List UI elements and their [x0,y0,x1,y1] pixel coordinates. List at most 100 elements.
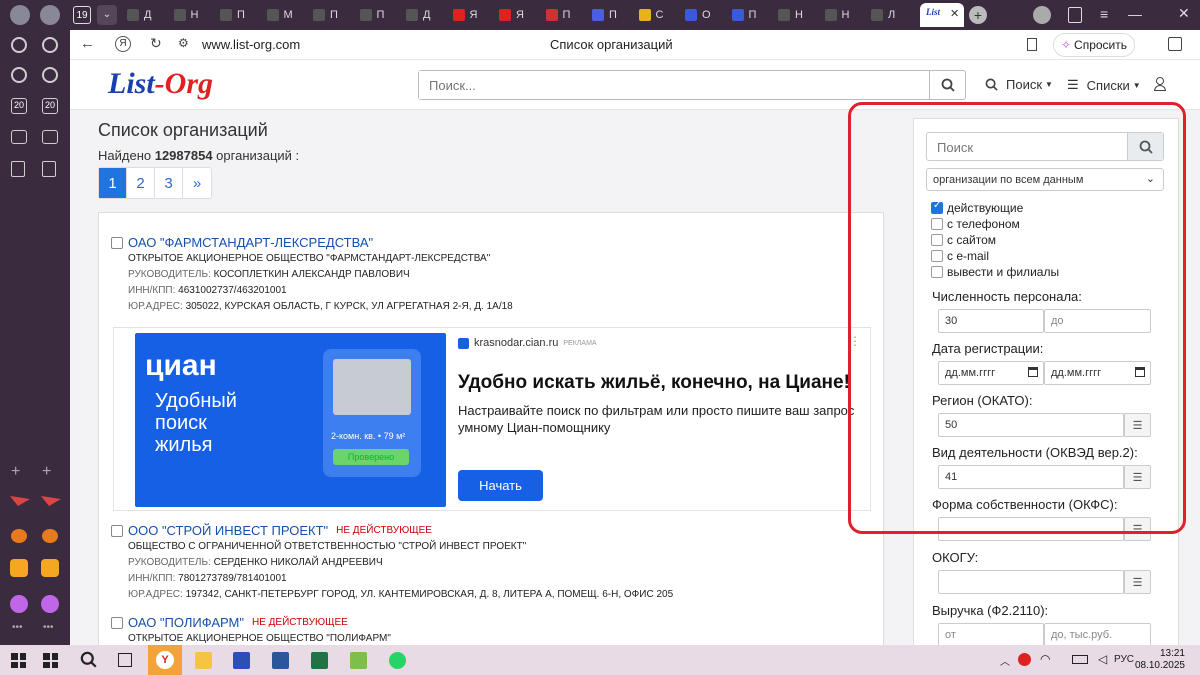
add-panel-icon[interactable]: + [11,463,20,481]
twenty-icon[interactable]: 20 [11,98,27,114]
battery-icon[interactable] [1072,655,1088,664]
ad-block[interactable]: циан Удобный поиск жилья 2-комн. кв. • 7… [113,327,871,511]
sidebar-more-icon[interactable]: ••• [12,622,23,633]
url-text[interactable]: www.list-org.com [202,37,300,52]
history-icon-2[interactable] [42,37,58,53]
close-window-icon[interactable]: ✕ [1178,5,1190,22]
file-explorer-icon[interactable] [195,652,212,669]
browser-tab[interactable]: Я [452,5,477,25]
tray-chevron-icon[interactable]: ︿ [1000,653,1010,668]
play-icon[interactable] [11,67,27,83]
tabs-dropdown-icon[interactable]: ⌄ [97,5,117,25]
header-search-button[interactable] [929,71,965,99]
user-icon[interactable] [1154,77,1166,91]
mail-icon-2[interactable] [41,559,59,577]
ad-title[interactable]: Удобно искать жильё, конечно, на Циане! [458,372,850,394]
windows-start-icon[interactable] [11,653,26,668]
ask-button[interactable]: ✧ Спросить [1053,33,1135,57]
close-tab-icon[interactable]: ✕ [950,7,959,20]
browser-tab[interactable]: Д [406,5,430,25]
twenty-icon-2[interactable]: 20 [42,98,58,114]
radio-icon-2[interactable] [42,529,58,543]
org-name-link[interactable]: ОАО "ФАРМСТАНДАРТ-ЛЕКСРЕДСТВА" [128,235,373,251]
reload-icon[interactable]: ↻ [150,35,162,52]
profile-avatar-2[interactable] [40,5,60,25]
nav-lists[interactable]: ☰ Списки ▼ [1067,77,1141,93]
site-logo[interactable]: List-Org [108,67,213,101]
floppy-icon[interactable] [233,652,250,669]
browser-tab[interactable]: П [313,5,338,25]
org-checkbox[interactable] [111,617,123,629]
back-icon[interactable]: ← [80,35,95,52]
alice-icon-2[interactable] [41,595,59,613]
search-icon[interactable] [80,651,97,673]
browser-tab[interactable]: Я [499,5,524,25]
revenue-from-input[interactable]: от [938,623,1044,645]
profile-avatar[interactable] [10,5,30,25]
page-2[interactable]: 2 [127,168,155,198]
active-tab[interactable]: List ✕ [920,3,964,27]
nav-search[interactable]: Поиск ▼ [985,77,1053,92]
screenshot-icon-2[interactable] [42,130,58,144]
browser-tab[interactable]: П [731,5,756,25]
yandex-browser-taskbar-icon[interactable]: Y [148,645,182,675]
browser-tab[interactable]: Л [871,5,895,25]
okogu-input[interactable] [938,570,1124,594]
browser-tab[interactable]: Н [824,5,849,25]
browser-tab[interactable]: О [685,5,711,25]
new-tab-icon[interactable]: + [969,6,987,24]
yandex-icon[interactable]: Я [115,36,131,52]
browser-tab[interactable]: П [359,5,384,25]
browser-tab[interactable]: М [266,5,293,25]
notes-icon-2[interactable] [42,161,56,177]
sidebar-more-icon-2[interactable]: ••• [43,622,54,633]
org-name-link[interactable]: ООО "СТРОЙ ИНВЕСТ ПРОЕКТ" [128,523,328,539]
plane-icon[interactable] [10,496,30,506]
wifi-icon[interactable]: ◠ [1040,652,1050,666]
org-checkbox[interactable] [111,237,123,249]
bookmark-icon[interactable] [1027,38,1037,51]
browser-tab[interactable]: П [220,5,245,25]
okogu-list-button[interactable]: ☰ [1124,570,1151,594]
revenue-to-input[interactable]: до, тыс.руб. [1044,623,1151,645]
account-icon[interactable] [1033,6,1051,24]
ad-source[interactable]: krasnodar.cian.ru РЕКЛАМА [458,337,597,349]
play-icon-2[interactable] [42,67,58,83]
mail-icon[interactable] [10,559,28,577]
alice-icon[interactable] [10,595,28,613]
page-next[interactable]: » [183,168,211,198]
excel-icon[interactable] [311,652,328,669]
tab-counter[interactable]: 19 [73,6,91,24]
tray-yandex-icon[interactable] [1018,653,1031,666]
radio-icon[interactable] [11,529,27,543]
minimize-icon[interactable]: — [1128,6,1142,22]
windows-logo-icon[interactable] [43,653,58,668]
site-info-icon[interactable]: ⚙ [178,36,189,50]
plane-icon-2[interactable] [41,496,61,506]
page-3[interactable]: 3 [155,168,183,198]
screenshot-icon[interactable] [11,130,27,144]
extensions-icon[interactable] [1168,37,1182,51]
clock[interactable]: 13:21 08.10.2025 [1135,648,1185,672]
browser-tab[interactable]: П [545,5,570,25]
menu-icon[interactable]: ≡ [1100,6,1108,22]
ad-banner[interactable]: циан Удобный поиск жилья 2-комн. кв. • 7… [135,333,446,507]
org-checkbox[interactable] [111,525,123,537]
ad-start-button[interactable]: Начать [458,470,543,501]
add-panel-icon-2[interactable]: + [42,463,51,481]
input-language[interactable]: РУС [1114,654,1134,665]
header-search-input[interactable] [419,71,919,99]
paint-icon[interactable] [350,652,367,669]
task-view-icon[interactable] [118,653,132,667]
org-name-link[interactable]: ОАО "ПОЛИФАРМ" [128,615,244,631]
browser-tab[interactable]: П [592,5,617,25]
browser-tab[interactable]: Н [778,5,803,25]
word-icon[interactable] [272,652,289,669]
collections-icon[interactable] [1068,7,1082,23]
whatsapp-icon[interactable] [389,652,406,669]
browser-tab[interactable]: Н [173,5,198,25]
browser-tab[interactable]: С [638,5,663,25]
page-1[interactable]: 1 [99,168,127,198]
volume-icon[interactable]: ◁ [1098,652,1107,666]
history-icon[interactable] [11,37,27,53]
